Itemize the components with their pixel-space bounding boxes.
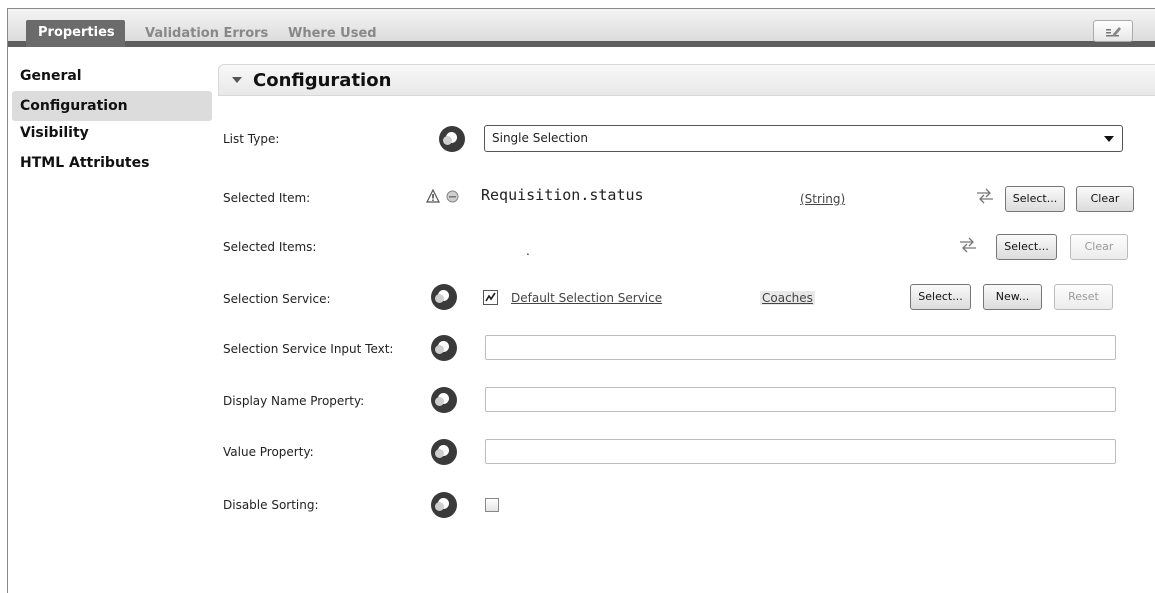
selected-item-label: Selected Item: (223, 191, 311, 205)
list-type-select[interactable]: Single Selection (484, 125, 1123, 152)
tab-validation-errors[interactable]: Validation Errors (145, 21, 268, 47)
service-icon (483, 290, 498, 305)
value-property-field[interactable] (485, 439, 1116, 464)
selected-items-value: . (526, 244, 530, 258)
selected-item-clear-button[interactable]: Clear (1076, 186, 1134, 212)
selection-service-select-button[interactable]: Select... (910, 284, 971, 310)
selection-service-new-button[interactable]: New... (983, 284, 1042, 310)
disable-sorting-checkbox[interactable] (485, 498, 499, 512)
selection-service-label: Selection Service: (223, 292, 331, 306)
tab-bar: Properties Validation Errors Where Used (8, 9, 1155, 47)
selected-item-type-link[interactable]: (String) (800, 192, 845, 206)
swap-arrows-icon[interactable] (958, 236, 978, 254)
list-type-value: Single Selection (492, 131, 589, 145)
selection-service-reset-button: Reset (1054, 284, 1113, 310)
warning-icon (426, 189, 440, 203)
nav-item-html-attributes[interactable]: HTML Attributes (12, 151, 212, 181)
service-input-text-field[interactable] (485, 335, 1116, 360)
display-name-property-field[interactable] (485, 387, 1116, 412)
edit-button[interactable] (1093, 20, 1133, 42)
selection-service-link[interactable]: Default Selection Service (511, 291, 662, 305)
collapse-triangle-icon[interactable] (232, 77, 242, 83)
nav-item-general[interactable]: General (12, 64, 212, 94)
disable-sorting-label: Disable Sorting: (223, 498, 319, 512)
toolkit-link[interactable]: Coaches (760, 291, 815, 305)
binding-toggle-icon[interactable] (439, 126, 465, 152)
binding-toggle-icon[interactable] (431, 387, 457, 413)
selected-items-clear-button: Clear (1070, 234, 1128, 260)
selected-items-label: Selected Items: (223, 240, 317, 254)
variable-icon (446, 190, 459, 203)
service-input-text-label: Selection Service Input Text: (223, 342, 394, 356)
edit-icon (1106, 27, 1121, 37)
section-nav: General Configuration Visibility HTML At… (12, 64, 212, 181)
section-title: Configuration (253, 70, 392, 91)
nav-item-configuration[interactable]: Configuration (12, 91, 212, 121)
binding-toggle-icon[interactable] (431, 284, 457, 310)
binding-toggle-icon[interactable] (431, 335, 457, 361)
value-property-label: Value Property: (223, 445, 314, 459)
dropdown-arrow-icon (1104, 136, 1114, 142)
selected-item-value: Requisition.status (481, 186, 644, 204)
configuration-section-header[interactable]: Configuration (218, 64, 1155, 96)
binding-toggle-icon[interactable] (431, 492, 457, 518)
nav-item-visibility[interactable]: Visibility (12, 121, 212, 151)
binding-toggle-icon[interactable] (431, 439, 457, 465)
tab-where-used[interactable]: Where Used (288, 21, 377, 47)
selected-items-select-button[interactable]: Select... (996, 234, 1057, 260)
selected-item-select-button[interactable]: Select... (1005, 186, 1065, 212)
list-type-label: List Type: (223, 132, 280, 146)
display-name-property-label: Display Name Property: (223, 394, 365, 408)
swap-arrows-icon[interactable] (975, 187, 995, 205)
tab-properties[interactable]: Properties (26, 20, 125, 47)
